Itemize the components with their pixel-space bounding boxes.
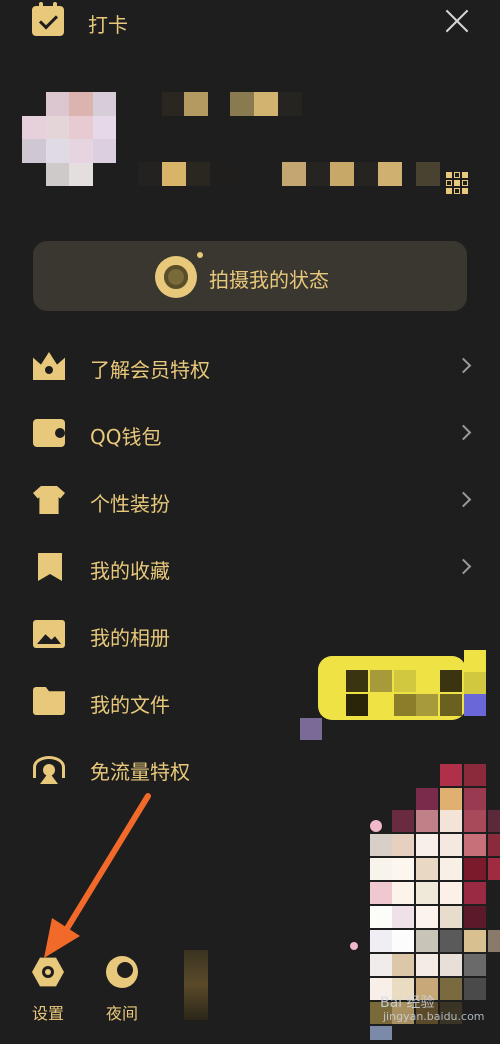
watermark-url: jingyan.baidu.com: [383, 1010, 485, 1023]
watermark-logo-text: Bai 经验: [380, 995, 435, 1011]
annotation-arrow: [44, 793, 151, 958]
